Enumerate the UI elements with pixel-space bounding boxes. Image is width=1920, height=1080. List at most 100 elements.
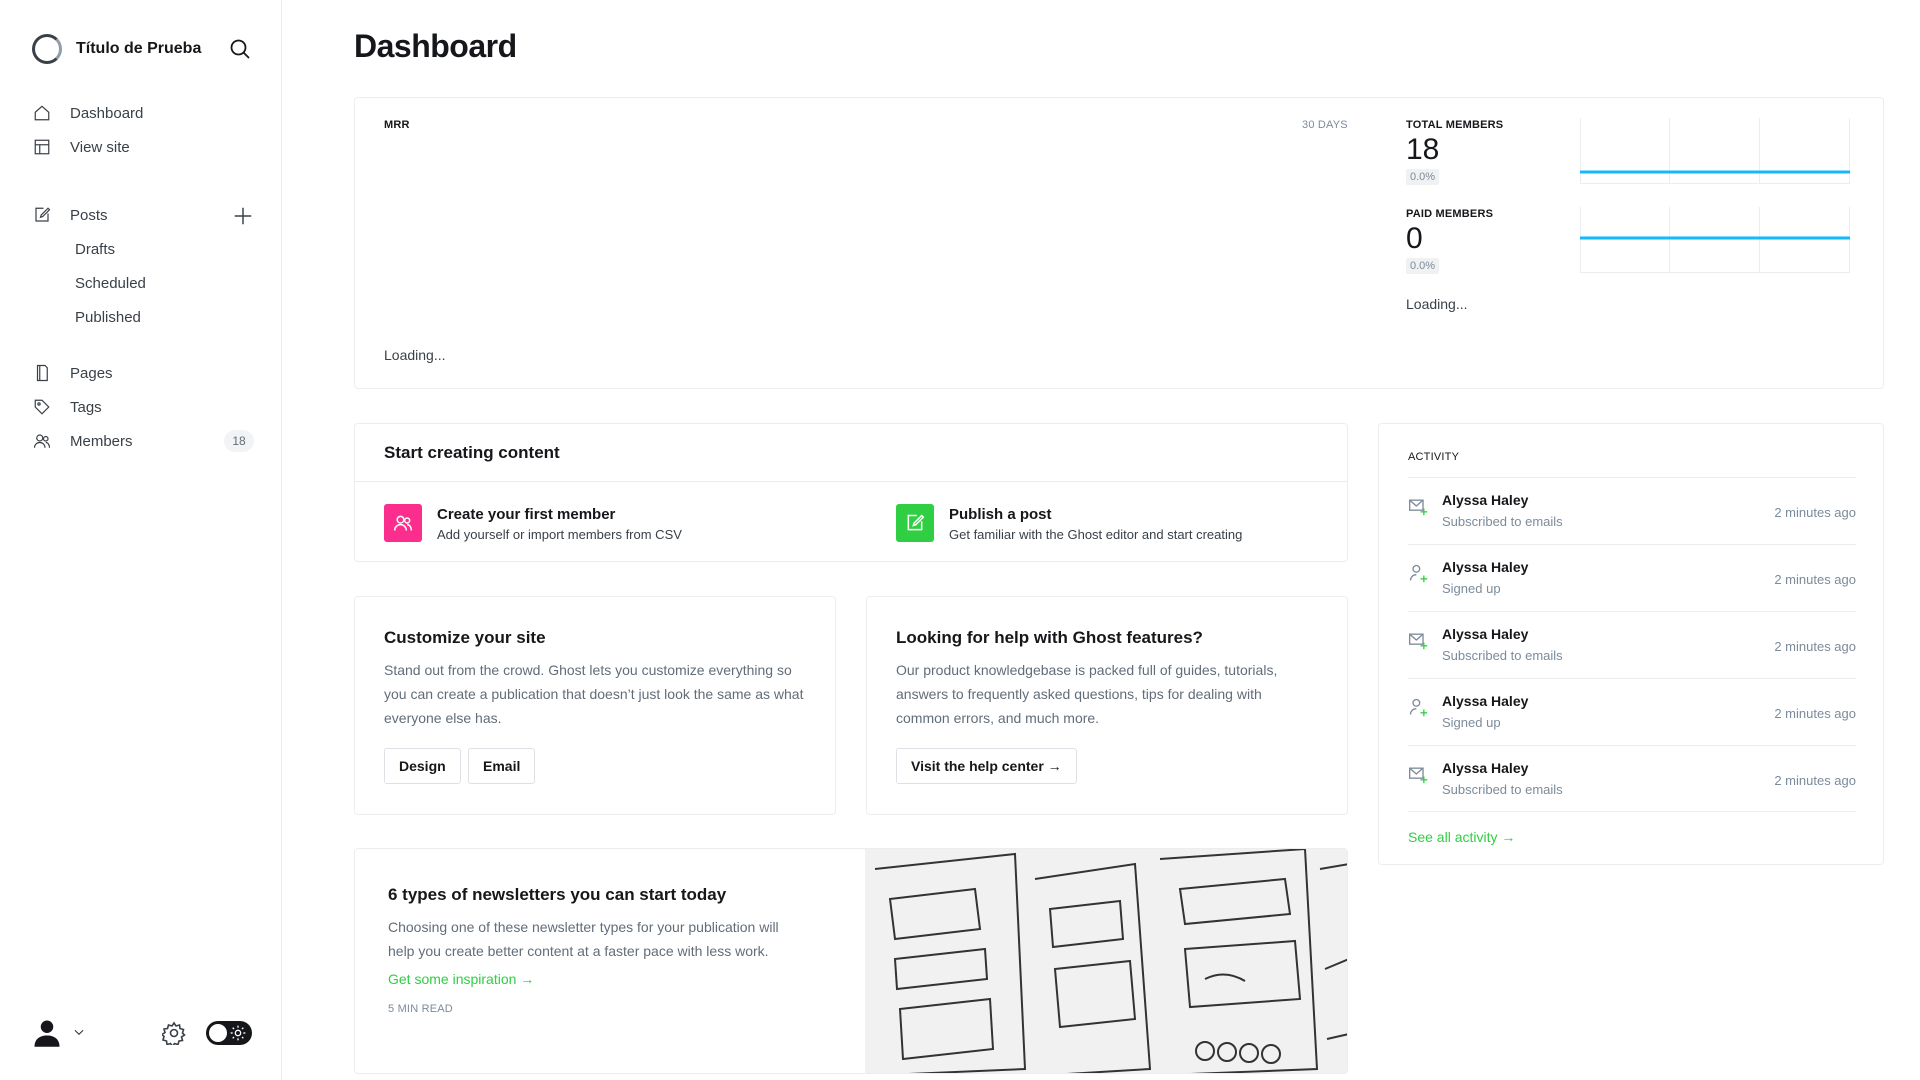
activity-desc: Signed up bbox=[1442, 715, 1501, 730]
activity-time: 2 minutes ago bbox=[1774, 706, 1856, 721]
create-member-sub: Add yourself or import members from CSV bbox=[437, 527, 682, 542]
activity-name[interactable]: Alyssa Haley bbox=[1442, 559, 1528, 575]
total-members-value: 18 bbox=[1406, 133, 1440, 166]
activity-item[interactable]: Alyssa Haley Subscribed to emails 2 minu… bbox=[1408, 745, 1856, 812]
activity-item[interactable]: Alyssa Haley Subscribed to emails 2 minu… bbox=[1408, 477, 1856, 544]
nav-tags-label: Tags bbox=[70, 398, 102, 416]
theme-toggle[interactable] bbox=[206, 1021, 252, 1045]
newsletter-text: 6 types of newsletters you can start tod… bbox=[388, 885, 808, 1015]
nav-dashboard[interactable]: Dashboard bbox=[32, 96, 254, 130]
nav-view-site[interactable]: View site bbox=[32, 130, 254, 164]
activity-name[interactable]: Alyssa Haley bbox=[1442, 492, 1528, 508]
customize-body: Stand out from the crowd. Ghost lets you… bbox=[384, 662, 804, 726]
create-member-item[interactable]: Create your first member Add yourself or… bbox=[384, 504, 682, 542]
total-members-change: 0.0% bbox=[1406, 169, 1440, 185]
sidebar: Título de Prueba Dashboard View site Pos… bbox=[0, 0, 282, 1080]
members-icon bbox=[32, 431, 52, 451]
nav-published[interactable]: Published bbox=[32, 300, 254, 334]
total-members-label: TOTAL MEMBERS bbox=[1406, 119, 1504, 131]
home-icon bbox=[32, 103, 52, 123]
mrr-card: MRR 30 DAYS Loading... TOTAL MEMBERS 18 … bbox=[354, 97, 1884, 389]
edit-icon bbox=[32, 205, 52, 225]
publish-post-item[interactable]: Publish a post Get familiar with the Gho… bbox=[896, 504, 1242, 542]
read-time: 5 MIN READ bbox=[388, 1003, 453, 1015]
activity-item[interactable]: Alyssa Haley Subscribed to emails 2 minu… bbox=[1408, 611, 1856, 678]
help-card: Looking for help with Ghost features? Ou… bbox=[866, 596, 1348, 815]
user-avatar-icon[interactable] bbox=[32, 1018, 62, 1048]
posts-nav: Posts Drafts Scheduled Published bbox=[32, 198, 254, 334]
activity-item[interactable]: Alyssa Haley Signed up 2 minutes ago bbox=[1408, 678, 1856, 745]
email-button[interactable]: Email bbox=[468, 748, 536, 784]
nav-dashboard-label: Dashboard bbox=[70, 104, 144, 122]
mrr-range[interactable]: 30 DAYS bbox=[1302, 119, 1348, 131]
start-creating-card: Start creating content Create your first… bbox=[354, 423, 1348, 562]
sun-icon bbox=[230, 1025, 246, 1041]
nav-posts[interactable]: Posts bbox=[32, 198, 254, 232]
help-body: Our product knowledgebase is packed full… bbox=[896, 662, 1278, 726]
activity-time: 2 minutes ago bbox=[1774, 639, 1856, 654]
newsletter-title: 6 types of newsletters you can start tod… bbox=[388, 885, 727, 904]
members-count-badge: 18 bbox=[224, 430, 254, 452]
secondary-nav: Pages Tags Members 18 bbox=[32, 356, 254, 458]
mrr-loading: Loading... bbox=[384, 347, 446, 363]
gear-icon[interactable] bbox=[162, 1021, 186, 1045]
user-plus-icon bbox=[1409, 564, 1428, 583]
tag-icon bbox=[32, 397, 52, 417]
activity-name[interactable]: Alyssa Haley bbox=[1442, 626, 1528, 642]
nav-view-site-label: View site bbox=[70, 138, 130, 156]
customize-title: Customize your site bbox=[384, 628, 546, 647]
activity-desc: Subscribed to emails bbox=[1442, 648, 1563, 663]
layout-icon bbox=[32, 137, 52, 157]
help-title: Looking for help with Ghost features? bbox=[896, 628, 1203, 647]
page-icon bbox=[32, 363, 52, 383]
create-member-title: Create your first member bbox=[437, 506, 616, 523]
activity-time: 2 minutes ago bbox=[1774, 505, 1856, 520]
newsletter-body: Choosing one of these newsletter types f… bbox=[388, 919, 779, 959]
activity-time: 2 minutes ago bbox=[1774, 572, 1856, 587]
primary-nav: Dashboard View site bbox=[32, 96, 254, 164]
members-icon bbox=[384, 504, 422, 542]
newsletter-card[interactable]: 6 types of newsletters you can start tod… bbox=[354, 848, 1348, 1074]
activity-desc: Subscribed to emails bbox=[1442, 514, 1563, 529]
site-logo-icon bbox=[32, 34, 62, 64]
activity-name[interactable]: Alyssa Haley bbox=[1442, 693, 1528, 709]
paid-members-sparkline bbox=[1580, 207, 1850, 273]
nav-pages-label: Pages bbox=[70, 364, 113, 382]
activity-name[interactable]: Alyssa Haley bbox=[1442, 760, 1528, 776]
activity-label: ACTIVITY bbox=[1408, 451, 1460, 463]
paid-members-value: 0 bbox=[1406, 222, 1423, 255]
page-title: Dashboard bbox=[354, 28, 517, 64]
mail-plus-icon bbox=[1409, 767, 1428, 784]
activity-desc: Subscribed to emails bbox=[1442, 782, 1563, 797]
nav-pages[interactable]: Pages bbox=[32, 356, 254, 390]
new-post-plus-icon[interactable] bbox=[232, 205, 254, 227]
help-center-button[interactable]: Visit the help center → bbox=[896, 748, 1077, 784]
publish-post-sub: Get familiar with the Ghost editor and s… bbox=[949, 527, 1243, 542]
wireframe-sketch-image bbox=[865, 849, 1347, 1073]
members-loading: Loading... bbox=[1406, 296, 1468, 312]
search-icon[interactable] bbox=[228, 37, 252, 61]
activity-time: 2 minutes ago bbox=[1774, 773, 1856, 788]
total-members-sparkline bbox=[1580, 118, 1850, 184]
paid-members-label: PAID MEMBERS bbox=[1406, 208, 1494, 220]
chevron-down-icon[interactable] bbox=[72, 1025, 86, 1039]
design-button[interactable]: Design bbox=[384, 748, 461, 784]
nav-members-label: Members bbox=[70, 432, 133, 450]
nav-drafts[interactable]: Drafts bbox=[32, 232, 254, 266]
inspiration-link[interactable]: Get some inspiration → bbox=[388, 971, 808, 987]
customize-card: Customize your site Stand out from the c… bbox=[354, 596, 836, 815]
nav-scheduled[interactable]: Scheduled bbox=[32, 266, 254, 300]
mail-plus-icon bbox=[1409, 499, 1428, 516]
nav-members[interactable]: Members 18 bbox=[32, 424, 254, 458]
nav-posts-label: Posts bbox=[70, 206, 108, 224]
activity-desc: Signed up bbox=[1442, 581, 1501, 596]
nav-tags[interactable]: Tags bbox=[32, 390, 254, 424]
mail-plus-icon bbox=[1409, 633, 1428, 650]
see-all-activity-link[interactable]: See all activity → bbox=[1408, 829, 1515, 845]
activity-item[interactable]: Alyssa Haley Signed up 2 minutes ago bbox=[1408, 544, 1856, 611]
mrr-label: MRR bbox=[384, 119, 410, 131]
sidebar-footer bbox=[32, 1016, 254, 1050]
site-brand[interactable]: Título de Prueba bbox=[32, 34, 201, 64]
toggle-knob bbox=[209, 1024, 227, 1042]
edit-icon bbox=[896, 504, 934, 542]
